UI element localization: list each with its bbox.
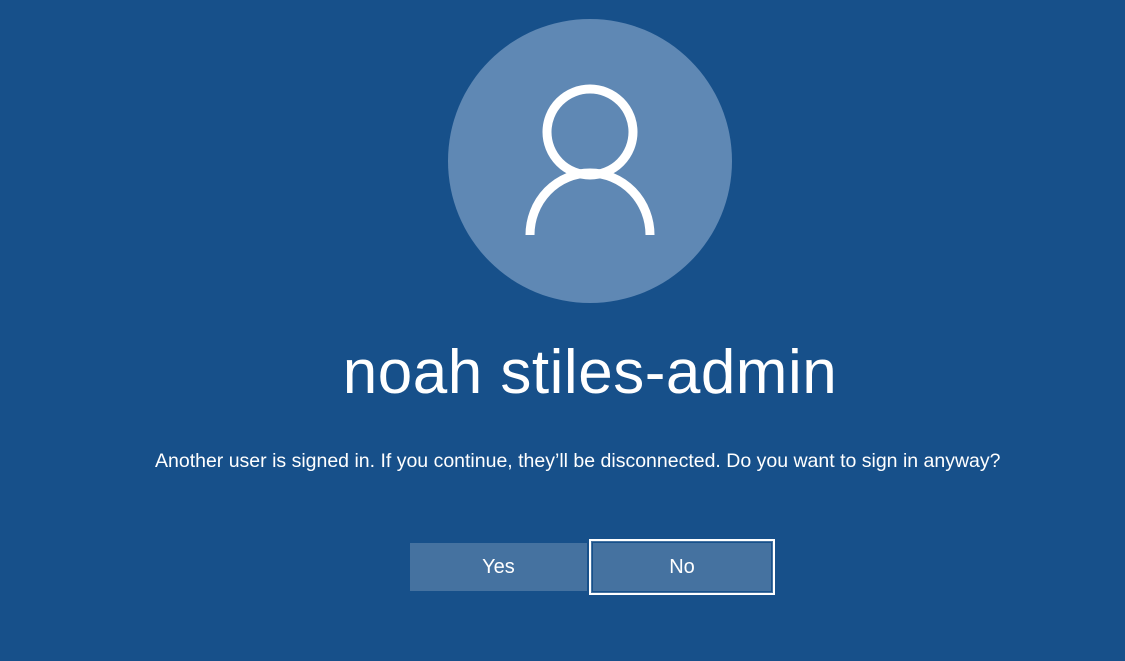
no-button[interactable]: No — [589, 539, 775, 595]
user-avatar — [448, 19, 732, 303]
user-name: noah stiles-admin — [342, 338, 838, 407]
disconnect-warning-message: Another user is signed in. If you contin… — [155, 450, 1001, 472]
sign-in-screen: noah stiles-admin Another user is signed… — [0, 0, 1125, 661]
user-silhouette-icon — [525, 84, 655, 236]
yes-button[interactable]: Yes — [410, 543, 587, 591]
